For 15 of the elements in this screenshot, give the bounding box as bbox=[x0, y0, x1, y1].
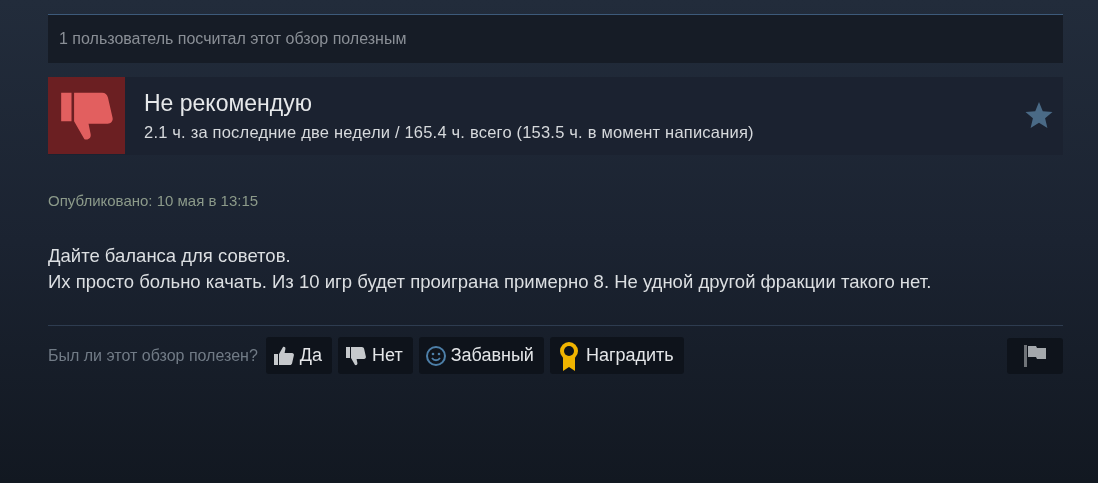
flag-icon bbox=[1021, 343, 1049, 368]
star-icon[interactable] bbox=[1024, 102, 1054, 130]
funny-button[interactable]: Забавный bbox=[418, 337, 544, 374]
posted-date: Опубликовано: 10 мая в 13:15 bbox=[48, 192, 260, 209]
playtime: 2.1 ч. за последние две недели / 165.4 ч. всего (153.5 ч. в момент написания) bbox=[144, 123, 755, 142]
smiley-icon bbox=[424, 344, 447, 367]
no-button[interactable]: Нет bbox=[338, 337, 413, 374]
report-button[interactable] bbox=[1007, 337, 1063, 374]
review-verdict: Не рекомендую bbox=[144, 90, 313, 117]
vote-prompt: Был ли этот обзор полезен? bbox=[48, 346, 258, 365]
award-button[interactable]: Наградить bbox=[549, 337, 684, 374]
review-text: Их просто больно качать. Из 10 игр будет проиграна примерно 8. Не удной другой фракции такого нет. bbox=[48, 270, 933, 294]
review-text: Дайте баланса для советов. bbox=[48, 244, 292, 268]
yes-button[interactable]: Да bbox=[265, 337, 332, 374]
helpful-count: 1 пользователь посчитал этот обзор полезным bbox=[48, 14, 1063, 63]
